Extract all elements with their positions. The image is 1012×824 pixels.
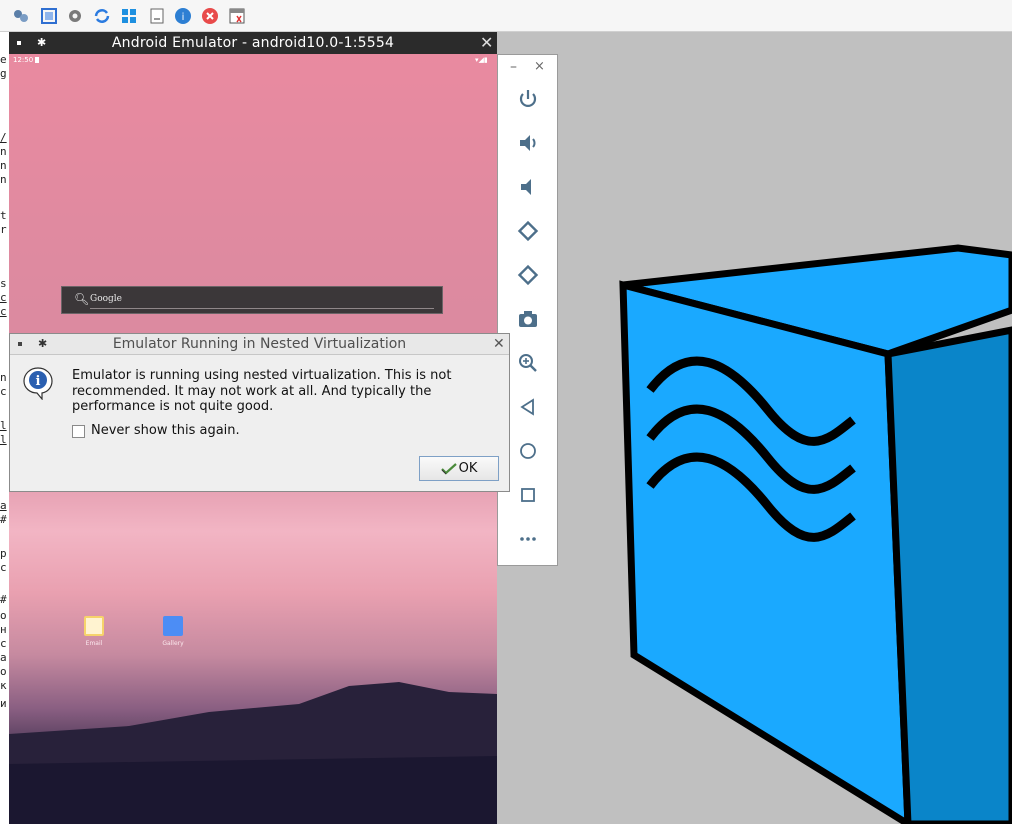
zoom-icon [519, 354, 537, 372]
search-icon: 🔍︎ [74, 292, 90, 306]
power-button[interactable] [512, 85, 544, 113]
email-icon [84, 616, 104, 636]
checkmark-icon [440, 462, 457, 475]
ok-label: OK [458, 461, 478, 476]
more-icon [520, 537, 536, 541]
close-button[interactable]: × [534, 59, 545, 74]
dialog-title: Emulator Running in Nested Virtualizatio… [112, 336, 407, 352]
app-email[interactable]: Email [74, 616, 114, 647]
search-underline [90, 308, 434, 309]
windows-icon[interactable] [120, 7, 138, 25]
top-taskbar: i [0, 0, 1012, 32]
close-icon[interactable]: ✕ [493, 336, 505, 352]
emulator-title-bar[interactable]: ✱ Android Emulator - android10.0-1:5554 … [9, 32, 497, 54]
nested-virtualization-dialog: ✱ Emulator Running in Nested Virtualizat… [9, 333, 510, 492]
rotate-right-icon [517, 264, 539, 286]
info-icon: i [22, 366, 54, 404]
wifi-battery-icon: ▾◢▮ [475, 56, 488, 64]
svg-text:i: i [36, 374, 41, 389]
ok-button[interactable]: OK [419, 456, 499, 481]
rotate-left-button[interactable] [512, 217, 544, 245]
dialog-title-bar[interactable]: ✱ Emulator Running in Nested Virtualizat… [10, 334, 509, 355]
back-icon [520, 398, 534, 416]
search-placeholder: Google [90, 294, 122, 304]
zoom-button[interactable] [512, 349, 544, 377]
status-time: 12:50 [13, 56, 34, 64]
power-icon [519, 90, 537, 107]
app-label: Gallery [162, 640, 184, 647]
refresh-icon[interactable] [93, 7, 111, 25]
minimize-button[interactable]: – [510, 59, 517, 75]
overview-button[interactable] [512, 481, 544, 509]
dialog-message: Emulator is running using nested virtual… [72, 368, 452, 414]
home-button[interactable] [512, 437, 544, 465]
volume-down-button[interactable] [512, 173, 544, 201]
app-gallery[interactable]: Gallery [153, 616, 193, 647]
volume-up-button[interactable] [512, 129, 544, 157]
volume-down-icon [521, 179, 531, 195]
never-show-label[interactable]: Never show this again. [91, 423, 240, 439]
close-icon[interactable]: ✕ [480, 35, 493, 51]
back-button[interactable] [512, 393, 544, 421]
document-icon[interactable] [148, 7, 166, 25]
android-status-bar: 12:50 ▾◢▮ [9, 54, 497, 68]
volume-up-icon [520, 135, 536, 151]
info-icon[interactable]: i [174, 7, 192, 25]
virtualbox-cube-logo [619, 244, 1012, 824]
emulator-title: Android Emulator - android10.0-1:5554 [111, 35, 395, 51]
wallpaper-hills [9, 682, 497, 824]
screenshot-button[interactable] [512, 305, 544, 333]
app-label: Email [85, 640, 103, 647]
close-icon[interactable] [201, 7, 219, 25]
fullscreen-icon[interactable] [40, 7, 58, 25]
calendar-icon[interactable] [228, 7, 246, 25]
notification-icon [35, 57, 39, 63]
rotate-right-button[interactable] [512, 261, 544, 289]
google-search-bar[interactable]: 🔍︎ Google [61, 286, 443, 314]
rotate-left-icon [517, 220, 539, 242]
more-button[interactable] [512, 525, 544, 553]
svg-text:i: i [182, 12, 185, 23]
camera-icon [519, 311, 537, 327]
home-icon [520, 443, 536, 459]
never-show-checkbox[interactable] [72, 425, 85, 438]
gear-icon[interactable] [66, 7, 84, 25]
gallery-icon [163, 616, 183, 636]
overview-icon [521, 488, 535, 502]
settings-cubes-icon[interactable] [12, 7, 30, 25]
